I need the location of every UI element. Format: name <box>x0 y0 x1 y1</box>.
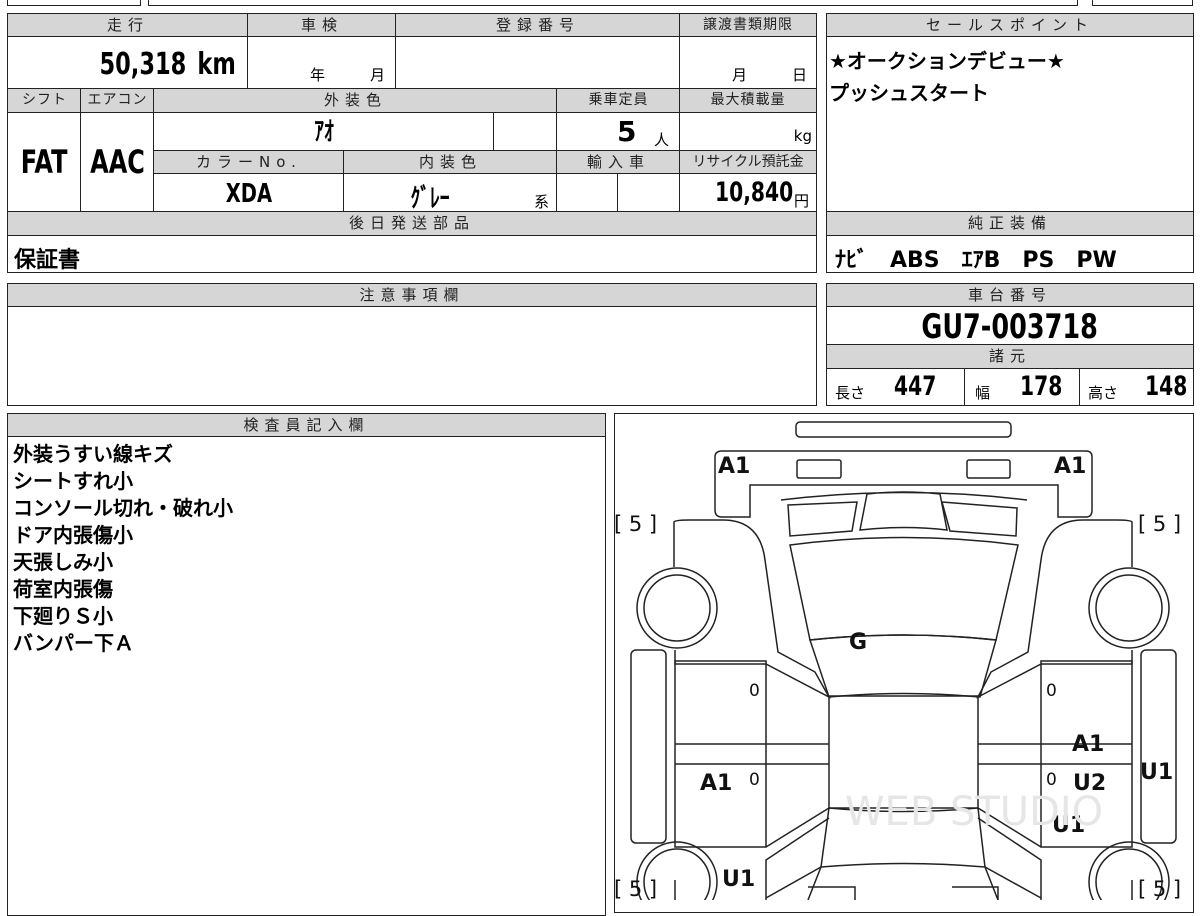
wheel-fr-outer <box>1088 567 1170 649</box>
front-bumper <box>795 421 1012 438</box>
mark-rear-door-right-1: A1 <box>1072 732 1104 757</box>
headlight-right <box>966 459 1011 479</box>
mark-side-right: U1 <box>1140 760 1173 785</box>
roof-front <box>808 634 997 698</box>
mark-tire-fl: [ 5 ] <box>614 512 657 536</box>
car-diagram-drawing: A1 A1 [ 5 ] [ 5 ] G 0 0 A1 U1 A1 0 0 U2 … <box>614 421 1181 900</box>
right-front-fender <box>976 519 1133 699</box>
mark-tire-rr: [ 5 ] <box>1138 877 1181 900</box>
trunk <box>807 866 999 900</box>
mark-front-right: A1 <box>1054 454 1086 479</box>
mark-windshield: G <box>849 630 867 655</box>
mark-rear-door-left: A1 <box>700 771 732 796</box>
right-side-sill <box>1140 649 1177 844</box>
mark-door-fr: 0 <box>1046 681 1057 701</box>
watermark: WEB STUDIO <box>845 789 1103 835</box>
mark-front-left: A1 <box>718 454 750 479</box>
front-grille <box>780 491 1028 537</box>
mark-tire-rl: [ 5 ] <box>614 877 657 900</box>
headlight-left <box>796 459 842 479</box>
wheel-fl-outer <box>636 567 718 649</box>
left-front-fender <box>673 519 831 699</box>
mark-door-fl: 0 <box>749 681 760 701</box>
mark-door-rr: 0 <box>1046 770 1057 790</box>
mark-rear-fender-left: U1 <box>722 867 755 892</box>
left-side-sill <box>630 649 667 844</box>
mark-tire-fr: [ 5 ] <box>1138 512 1181 536</box>
hood-outline <box>714 450 1093 518</box>
mark-door-rl: 0 <box>749 770 760 790</box>
windshield <box>789 536 1019 641</box>
